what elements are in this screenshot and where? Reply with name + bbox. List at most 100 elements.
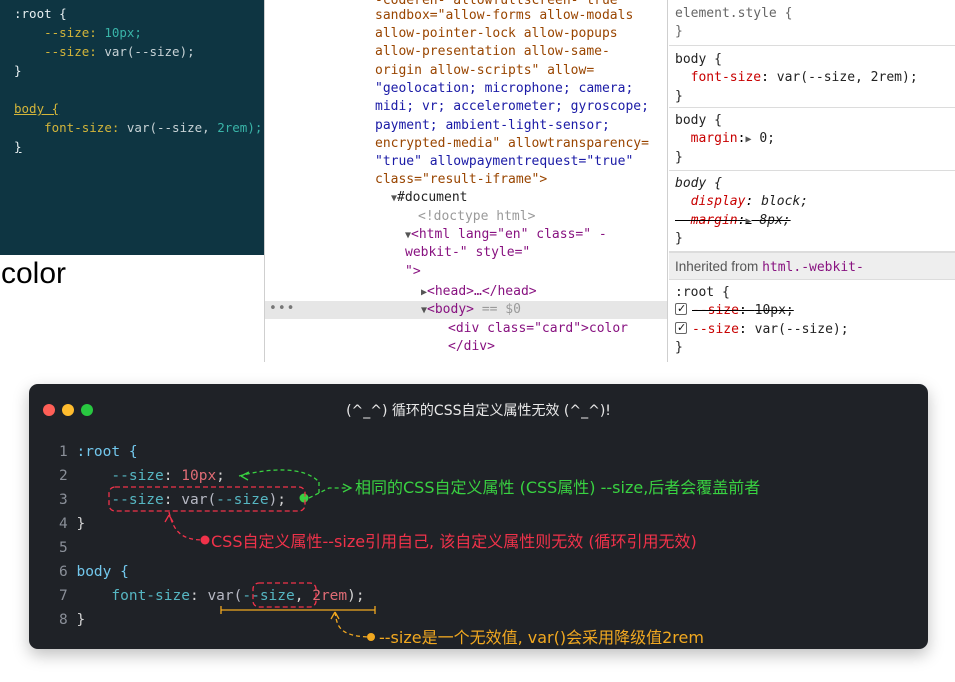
iframe-attr-line: "geolocation; microphone; camera; <box>375 81 634 96</box>
code-value: var(--size, <box>126 120 210 135</box>
property-checkbox[interactable] <box>675 319 687 337</box>
code-line: } <box>14 63 22 78</box>
expand-triangle-icon[interactable]: ▶ <box>745 134 751 145</box>
red-annotation: CSS自定义属性--size引用自己, 该自定义属性则无效 (循环引用无效) <box>211 532 697 551</box>
property-value[interactable]: 10px; <box>755 303 794 318</box>
red-dot <box>200 535 210 545</box>
iframe-attr-line: origin allow-scripts" allow= <box>375 63 595 78</box>
more-icon[interactable]: ••• <box>269 300 295 318</box>
code-function: var( <box>181 492 217 508</box>
iframe-attr-line: midi; vr; accelerometer; gyroscope; <box>375 99 649 114</box>
result-preview: color <box>0 255 264 361</box>
rule-close: } <box>675 149 683 165</box>
code-line: body { <box>14 101 60 116</box>
property-value[interactable]: 0; <box>759 131 775 146</box>
iframe-attr-line: allow-presentation allow-same- <box>375 44 610 59</box>
orange-dot <box>367 633 375 641</box>
line-number: 4 <box>59 516 68 532</box>
line-number: 3 <box>59 492 68 508</box>
result-text: color <box>1 257 67 290</box>
root-rule[interactable]: :root { --size: 10px; --size: var(--size… <box>669 281 955 362</box>
line-number: 2 <box>59 468 68 484</box>
green-dashed-arrow <box>238 469 320 483</box>
inherited-tag[interactable]: html.-webkit- <box>762 260 864 275</box>
green-arrowhead-icon <box>240 471 250 481</box>
elements-panel[interactable]: ••• -coderen- allowfullscreen- true sand… <box>264 0 668 362</box>
property-name: display <box>690 194 746 210</box>
rule-selector: body { <box>675 113 722 128</box>
rule-close: } <box>675 339 683 355</box>
rule-close: } <box>675 88 683 104</box>
expand-triangle-icon: ▶ <box>745 215 752 227</box>
code-function: var( <box>207 588 243 604</box>
element-style-rule[interactable]: element.style { } <box>669 0 955 46</box>
code-property: font-size <box>111 588 190 604</box>
iframe-attr-line: "true" allowpaymentrequest="true" <box>375 154 634 169</box>
code-brace: } <box>76 516 86 532</box>
code-property: --size: <box>44 25 97 40</box>
body-rule-2[interactable]: body { margin:▶ 0; } <box>669 108 955 171</box>
rule-close: } <box>675 230 683 246</box>
rule-selector: element.style { <box>675 6 793 21</box>
code-selector: :root { <box>76 444 138 460</box>
property-checkbox[interactable] <box>675 300 687 319</box>
inherited-from-header: Inherited from html.-webkit- <box>669 252 955 280</box>
green-annotation: 相同的CSS自定义属性 (CSS属性) --size,后者会覆盖前者 <box>355 478 761 497</box>
code-card: (^_^) 循环的CSS自定义属性无效 (^_^)! 1 :root { 2 -… <box>29 384 928 649</box>
document-node[interactable]: ▼#document <box>391 189 467 208</box>
green-dot <box>299 493 309 503</box>
code-argument: --size <box>216 492 269 508</box>
selected-marker: == $0 <box>481 302 521 317</box>
code-value: 10px <box>181 468 217 484</box>
green-arrowhead-icon <box>342 483 353 493</box>
property-value[interactable]: var(--size); <box>755 322 849 337</box>
code-value: var(--size); <box>104 44 195 59</box>
html-node-cont: webkit-" style=" <box>405 245 531 260</box>
body-rule-1[interactable]: body { font-size: var(--size, 2rem); } <box>669 46 955 108</box>
doctype-node[interactable]: <!doctype html> <box>418 208 535 226</box>
property-value: block; <box>761 194 809 210</box>
code-fallback: 2rem <box>312 588 348 604</box>
rule-selector: body { <box>675 52 722 67</box>
iframe-attr-line: sandbox="allow-forms allow-modals <box>375 8 634 23</box>
html-node-cont: "> <box>405 264 421 279</box>
property-name[interactable]: font-size <box>691 70 761 85</box>
property-name[interactable]: --size <box>692 303 739 318</box>
code-property: --size: <box>44 44 97 59</box>
css-code-editor[interactable]: :root { --size: 10px; --size: var(--size… <box>0 0 264 255</box>
code-property: --size <box>111 468 164 484</box>
code-property: --size <box>111 492 164 508</box>
body-node[interactable]: ▼<body> == $0 <box>421 301 521 320</box>
iframe-attr-line: encrypted-media" allowtransparency= <box>375 136 649 151</box>
property-name: margin <box>690 212 738 228</box>
code-argument: --size <box>242 588 295 604</box>
iframe-attr-line: allow-pointer-lock allow-popups <box>375 26 618 41</box>
head-node[interactable]: ▶<head>…</head> <box>421 283 537 302</box>
red-dashed-arrow <box>168 511 205 541</box>
line-number: 5 <box>59 540 68 556</box>
line-number: 6 <box>59 564 68 580</box>
div-node[interactable]: <div class="card">color <box>448 320 628 338</box>
property-value[interactable]: var(--size, 2rem); <box>777 70 918 85</box>
user-agent-body-rule[interactable]: body { display: block; margin:▶ 8px; } <box>669 171 955 252</box>
code-property: font-size: <box>44 120 120 135</box>
code-value: 2rem); <box>217 120 263 135</box>
iframe-attr-line: payment; ambient-light-sensor; <box>375 118 610 133</box>
code-line: } <box>14 139 22 154</box>
iframe-attr-line: class="result-iframe"> <box>375 172 548 187</box>
rule-selector: body { <box>675 176 722 191</box>
html-node[interactable]: ▼<html lang="en" class=" - <box>405 226 607 245</box>
div-close-node: </div> <box>448 339 495 354</box>
property-value: 8px; <box>759 212 791 228</box>
code-selector: body { <box>76 564 129 580</box>
line-number: 1 <box>59 444 68 460</box>
property-name[interactable]: --size <box>692 322 739 337</box>
orange-annotation: --size是一个无效值, var()会采用降级值2rem <box>379 628 704 647</box>
orange-dashed-arrow <box>334 611 370 638</box>
styles-pane[interactable]: element.style { } body { font-size: var(… <box>669 0 955 362</box>
code-value: 10px; <box>104 25 142 40</box>
property-name[interactable]: margin <box>691 131 738 146</box>
line-number: 8 <box>59 612 68 628</box>
code-line: :root { <box>14 6 67 21</box>
annotation-overlay <box>108 469 376 641</box>
